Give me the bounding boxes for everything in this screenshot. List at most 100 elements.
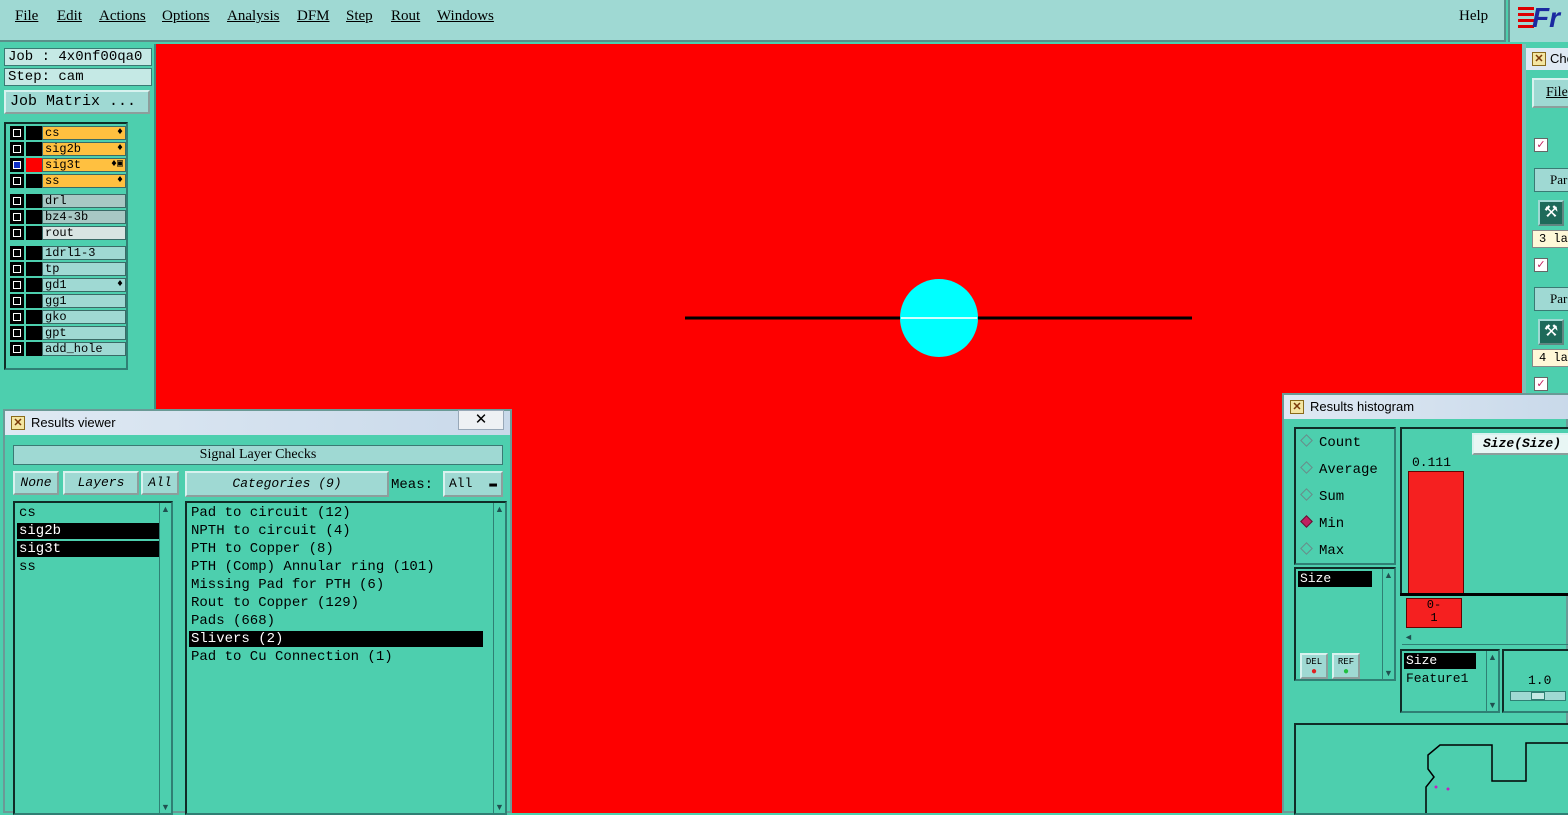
- layer-list-item[interactable]: sig3t: [17, 541, 159, 557]
- layer-name[interactable]: sig3t ♦▣: [42, 158, 126, 172]
- layer-affected-checkbox[interactable]: [10, 278, 24, 292]
- category-item[interactable]: Rout to Copper (129): [189, 595, 483, 611]
- scroll-down-icon[interactable]: ▼: [160, 801, 171, 813]
- layer-affected-checkbox[interactable]: [10, 310, 24, 324]
- category-list-scrollbar[interactable]: ▲ ▼: [493, 503, 505, 813]
- layer-display-swatch[interactable]: [26, 278, 42, 292]
- scroll-down-icon[interactable]: ▼: [494, 801, 505, 813]
- scroll-up-icon[interactable]: ▲: [1487, 651, 1498, 663]
- none-button[interactable]: None: [13, 471, 59, 495]
- layer-name[interactable]: gko: [42, 310, 126, 324]
- layer-affected-checkbox[interactable]: [10, 326, 24, 340]
- layer-row[interactable]: 1drl1-3: [8, 246, 126, 260]
- layer-display-swatch[interactable]: [26, 142, 42, 156]
- run-check-icon[interactable]: ⚒: [1538, 200, 1564, 226]
- menu-step[interactable]: Step: [346, 8, 373, 25]
- category-item[interactable]: Pad to circuit (12): [189, 505, 483, 521]
- layer-affected-checkbox[interactable]: [10, 246, 24, 260]
- layer-affected-checkbox[interactable]: [10, 342, 24, 356]
- menu-actions[interactable]: Actions: [99, 8, 146, 25]
- layer-row[interactable]: tp: [8, 262, 126, 276]
- radio-min[interactable]: Min: [1300, 515, 1344, 532]
- feature-list-scrollbar[interactable]: ▲ ▼: [1486, 651, 1498, 711]
- del-button[interactable]: DEL ●: [1300, 653, 1328, 679]
- layer-name[interactable]: ss ♦: [42, 174, 126, 188]
- category-item[interactable]: Pads (668): [189, 613, 483, 629]
- scroll-up-icon[interactable]: ▲: [160, 503, 171, 515]
- layer-name[interactable]: add_hole: [42, 342, 126, 356]
- checklist-checkbox-2[interactable]: ✓: [1534, 258, 1548, 272]
- layer-affected-checkbox[interactable]: [10, 142, 24, 156]
- layer-display-swatch[interactable]: [26, 294, 42, 308]
- checklist-params-button-2[interactable]: Par: [1534, 287, 1568, 311]
- category-item[interactable]: NPTH to circuit (4): [189, 523, 483, 539]
- layer-affected-checkbox[interactable]: [10, 210, 24, 224]
- layer-row[interactable]: gpt: [8, 326, 126, 340]
- checklist-file-menu[interactable]: File: [1532, 78, 1568, 108]
- layer-name[interactable]: sig2b ♦: [42, 142, 126, 156]
- layer-row[interactable]: drl: [8, 194, 126, 208]
- ref-button[interactable]: REF ●: [1332, 653, 1360, 679]
- layer-name[interactable]: rout: [42, 226, 126, 240]
- layer-affected-checkbox[interactable]: [10, 294, 24, 308]
- histogram-bar[interactable]: [1408, 471, 1464, 595]
- layer-display-swatch[interactable]: [26, 126, 42, 140]
- radio-average[interactable]: Average: [1300, 461, 1378, 478]
- layer-row[interactable]: gd1 ♦: [8, 278, 126, 292]
- categories-button[interactable]: Categories (9): [185, 471, 389, 497]
- layer-name[interactable]: tp: [42, 262, 126, 276]
- layer-row[interactable]: sig3t ♦▣: [8, 158, 126, 172]
- menu-windows[interactable]: Windows: [437, 8, 494, 25]
- layer-name[interactable]: gpt: [42, 326, 126, 340]
- layer-row[interactable]: ss ♦: [8, 174, 126, 188]
- layer-display-swatch[interactable]: [26, 226, 42, 240]
- checklist-params-button[interactable]: Par: [1534, 168, 1568, 192]
- layer-affected-checkbox[interactable]: [10, 174, 24, 188]
- category-item[interactable]: PTH to Copper (8): [189, 541, 483, 557]
- layer-display-swatch[interactable]: [26, 342, 42, 356]
- layer-name[interactable]: cs ♦: [42, 126, 126, 140]
- layer-name[interactable]: 1drl1-3: [42, 246, 126, 260]
- scroll-down-icon[interactable]: ▼: [1487, 699, 1498, 711]
- layer-display-swatch[interactable]: [26, 326, 42, 340]
- layer-display-swatch[interactable]: [26, 262, 42, 276]
- layer-display-swatch[interactable]: [26, 194, 42, 208]
- layer-affected-checkbox[interactable]: [10, 262, 24, 276]
- scroll-left-icon[interactable]: ◄: [1404, 632, 1413, 642]
- list-item[interactable]: Size: [1298, 571, 1372, 587]
- category-item[interactable]: Slivers (2): [189, 631, 483, 647]
- layer-affected-checkbox[interactable]: [10, 126, 24, 140]
- category-item[interactable]: PTH (Comp) Annular ring (101): [189, 559, 483, 575]
- list-item[interactable]: Feature1: [1404, 671, 1484, 687]
- menu-edit[interactable]: Edit: [57, 8, 82, 25]
- layer-list-item[interactable]: cs: [17, 505, 159, 521]
- layer-list-item[interactable]: sig2b: [17, 523, 159, 539]
- layer-row[interactable]: add_hole: [8, 342, 126, 356]
- layer-row[interactable]: rout: [8, 226, 126, 240]
- scroll-up-icon[interactable]: ▲: [494, 503, 505, 515]
- run-check-icon-2[interactable]: ⚒: [1538, 319, 1564, 345]
- close-button[interactable]: ✕: [458, 410, 504, 430]
- layer-name[interactable]: bz4-3b: [42, 210, 126, 224]
- menu-options[interactable]: Options: [162, 8, 210, 25]
- layer-row[interactable]: gg1: [8, 294, 126, 308]
- layer-name[interactable]: gg1: [42, 294, 126, 308]
- menu-analysis[interactable]: Analysis: [227, 8, 280, 25]
- layer-name[interactable]: drl: [42, 194, 126, 208]
- meas-select[interactable]: All ▬: [443, 471, 503, 497]
- layer-display-swatch[interactable]: [26, 174, 42, 188]
- layer-display-swatch[interactable]: [26, 310, 42, 324]
- layer-list-item[interactable]: ss: [17, 559, 159, 575]
- layers-button[interactable]: Layers: [63, 471, 139, 495]
- checklist-checkbox[interactable]: ✓: [1534, 138, 1548, 152]
- layer-row[interactable]: bz4-3b: [8, 210, 126, 224]
- scroll-down-icon[interactable]: ▼: [1383, 667, 1394, 679]
- layer-display-swatch[interactable]: [26, 246, 42, 260]
- category-item[interactable]: Missing Pad for PTH (6): [189, 577, 483, 593]
- histogram-hscroll[interactable]: ◄: [1402, 632, 1568, 645]
- slider-handle[interactable]: [1531, 692, 1545, 700]
- checklist-checkbox-3[interactable]: ✓: [1534, 377, 1548, 391]
- layer-display-swatch[interactable]: [26, 158, 42, 172]
- layer-row[interactable]: gko: [8, 310, 126, 324]
- radio-count[interactable]: Count: [1300, 434, 1361, 451]
